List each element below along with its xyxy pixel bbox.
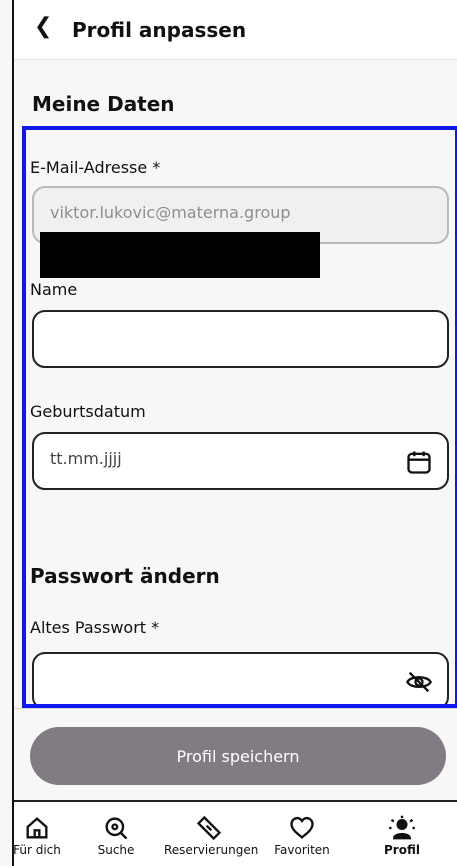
tab-profil[interactable]: Profil [357, 814, 447, 857]
eye-off-icon[interactable] [405, 668, 433, 696]
save-area: Profil speichern [14, 708, 457, 800]
birthdate-field[interactable]: tt.mm.jjjj [32, 432, 449, 490]
change-password-heading: Passwort ändern [30, 564, 220, 588]
tab-favoriten[interactable]: Favoriten [257, 814, 347, 857]
birthdate-label: Geburtsdatum [30, 402, 146, 421]
tab-suche[interactable]: Suche [71, 814, 161, 857]
profile-edit-screen: ❮ Profil anpassen Meine Daten E-Mail-Adr… [12, 0, 457, 866]
profile-icon [389, 815, 415, 840]
old-password-field[interactable] [32, 652, 449, 704]
top-bar: ❮ Profil anpassen [14, 0, 457, 60]
personal-data-heading: Meine Daten [32, 92, 175, 116]
tab-label: Suche [97, 843, 135, 857]
profile-form-frame: E-Mail-Adresse * viktor.lukovic@materna.… [22, 126, 457, 708]
chevron-left-icon[interactable]: ❮ [34, 16, 52, 38]
page-title: Profil anpassen [72, 18, 247, 42]
tab-label: Favoriten [274, 843, 330, 857]
calendar-icon[interactable] [405, 448, 433, 476]
ticket-icon [196, 815, 222, 841]
tab-fuer-dich[interactable]: Für dich [0, 814, 82, 857]
tab-label: Reservierungen [164, 843, 259, 857]
tab-reservierungen[interactable]: Reservierungen [164, 814, 259, 857]
redaction-block [40, 232, 320, 278]
search-icon [105, 817, 128, 840]
name-label: Name [30, 280, 78, 299]
bottom-tab-bar: Für dich Suche Reservierungen Favoriten [13, 800, 457, 866]
email-label: E-Mail-Adresse * [30, 158, 161, 177]
save-profile-button[interactable]: Profil speichern [30, 727, 446, 785]
home-icon [26, 817, 48, 839]
name-field[interactable] [32, 310, 449, 368]
tab-label: Für dich [13, 843, 61, 857]
tab-label: Profil [384, 843, 420, 857]
old-password-label: Altes Passwort * [30, 618, 160, 637]
birthdate-placeholder: tt.mm.jjjj [50, 449, 122, 468]
heart-icon [290, 816, 314, 839]
email-value: viktor.lukovic@materna.group [50, 203, 291, 222]
